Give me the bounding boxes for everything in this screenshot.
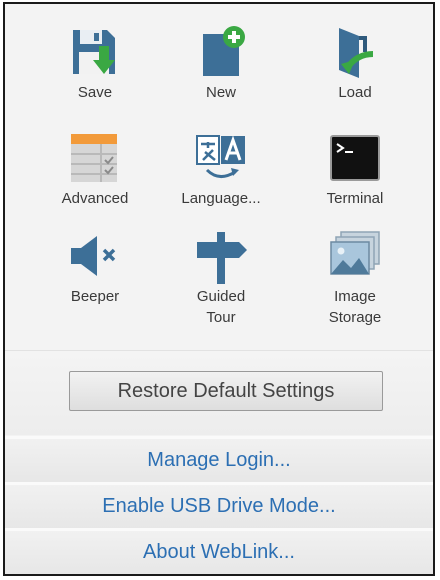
new-label: New — [205, 84, 236, 101]
advanced-tile[interactable]: Advanced — [43, 130, 147, 209]
image-storage-tile[interactable]: Image Storage — [303, 228, 407, 328]
beeper-icon — [67, 228, 123, 284]
load-icon — [327, 24, 383, 80]
about-weblink-link[interactable]: About WebLink... — [5, 528, 433, 574]
image-storage-label: Image Storage — [328, 288, 382, 326]
restore-default-settings-button[interactable]: Restore Default Settings — [69, 371, 383, 411]
save-icon — [67, 24, 123, 80]
terminal-tile[interactable]: Terminal — [303, 130, 407, 209]
language-label: Language... — [181, 190, 261, 207]
guided-tour-label: Guided Tour — [196, 288, 246, 326]
save-tile[interactable]: Save — [43, 24, 147, 103]
guided-tour-tile[interactable]: Guided Tour — [169, 228, 273, 328]
language-icon — [193, 130, 249, 186]
advanced-icon — [67, 130, 123, 186]
terminal-label: Terminal — [326, 190, 384, 207]
new-tile[interactable]: New — [169, 24, 273, 103]
advanced-label: Advanced — [61, 190, 129, 207]
guided-tour-icon — [193, 228, 249, 284]
manage-login-link[interactable]: Manage Login... — [5, 436, 433, 482]
save-label: Save — [77, 84, 113, 101]
image-storage-icon — [327, 228, 383, 284]
new-file-icon — [193, 24, 249, 80]
beeper-label: Beeper — [70, 288, 120, 305]
load-label: Load — [338, 84, 372, 101]
link-list: Manage Login... Enable USB Drive Mode...… — [5, 436, 433, 574]
beeper-tile[interactable]: Beeper — [43, 228, 147, 307]
language-tile[interactable]: Language... — [169, 130, 273, 209]
load-tile[interactable]: Load — [303, 24, 407, 103]
tool-grid: Save New Load Advanced Language... Termi… — [5, 4, 433, 350]
enable-usb-drive-mode-link[interactable]: Enable USB Drive Mode... — [5, 482, 433, 528]
restore-area: Restore Default Settings — [5, 350, 433, 435]
settings-panel: Save New Load Advanced Language... Termi… — [3, 2, 435, 576]
terminal-icon — [327, 130, 383, 186]
